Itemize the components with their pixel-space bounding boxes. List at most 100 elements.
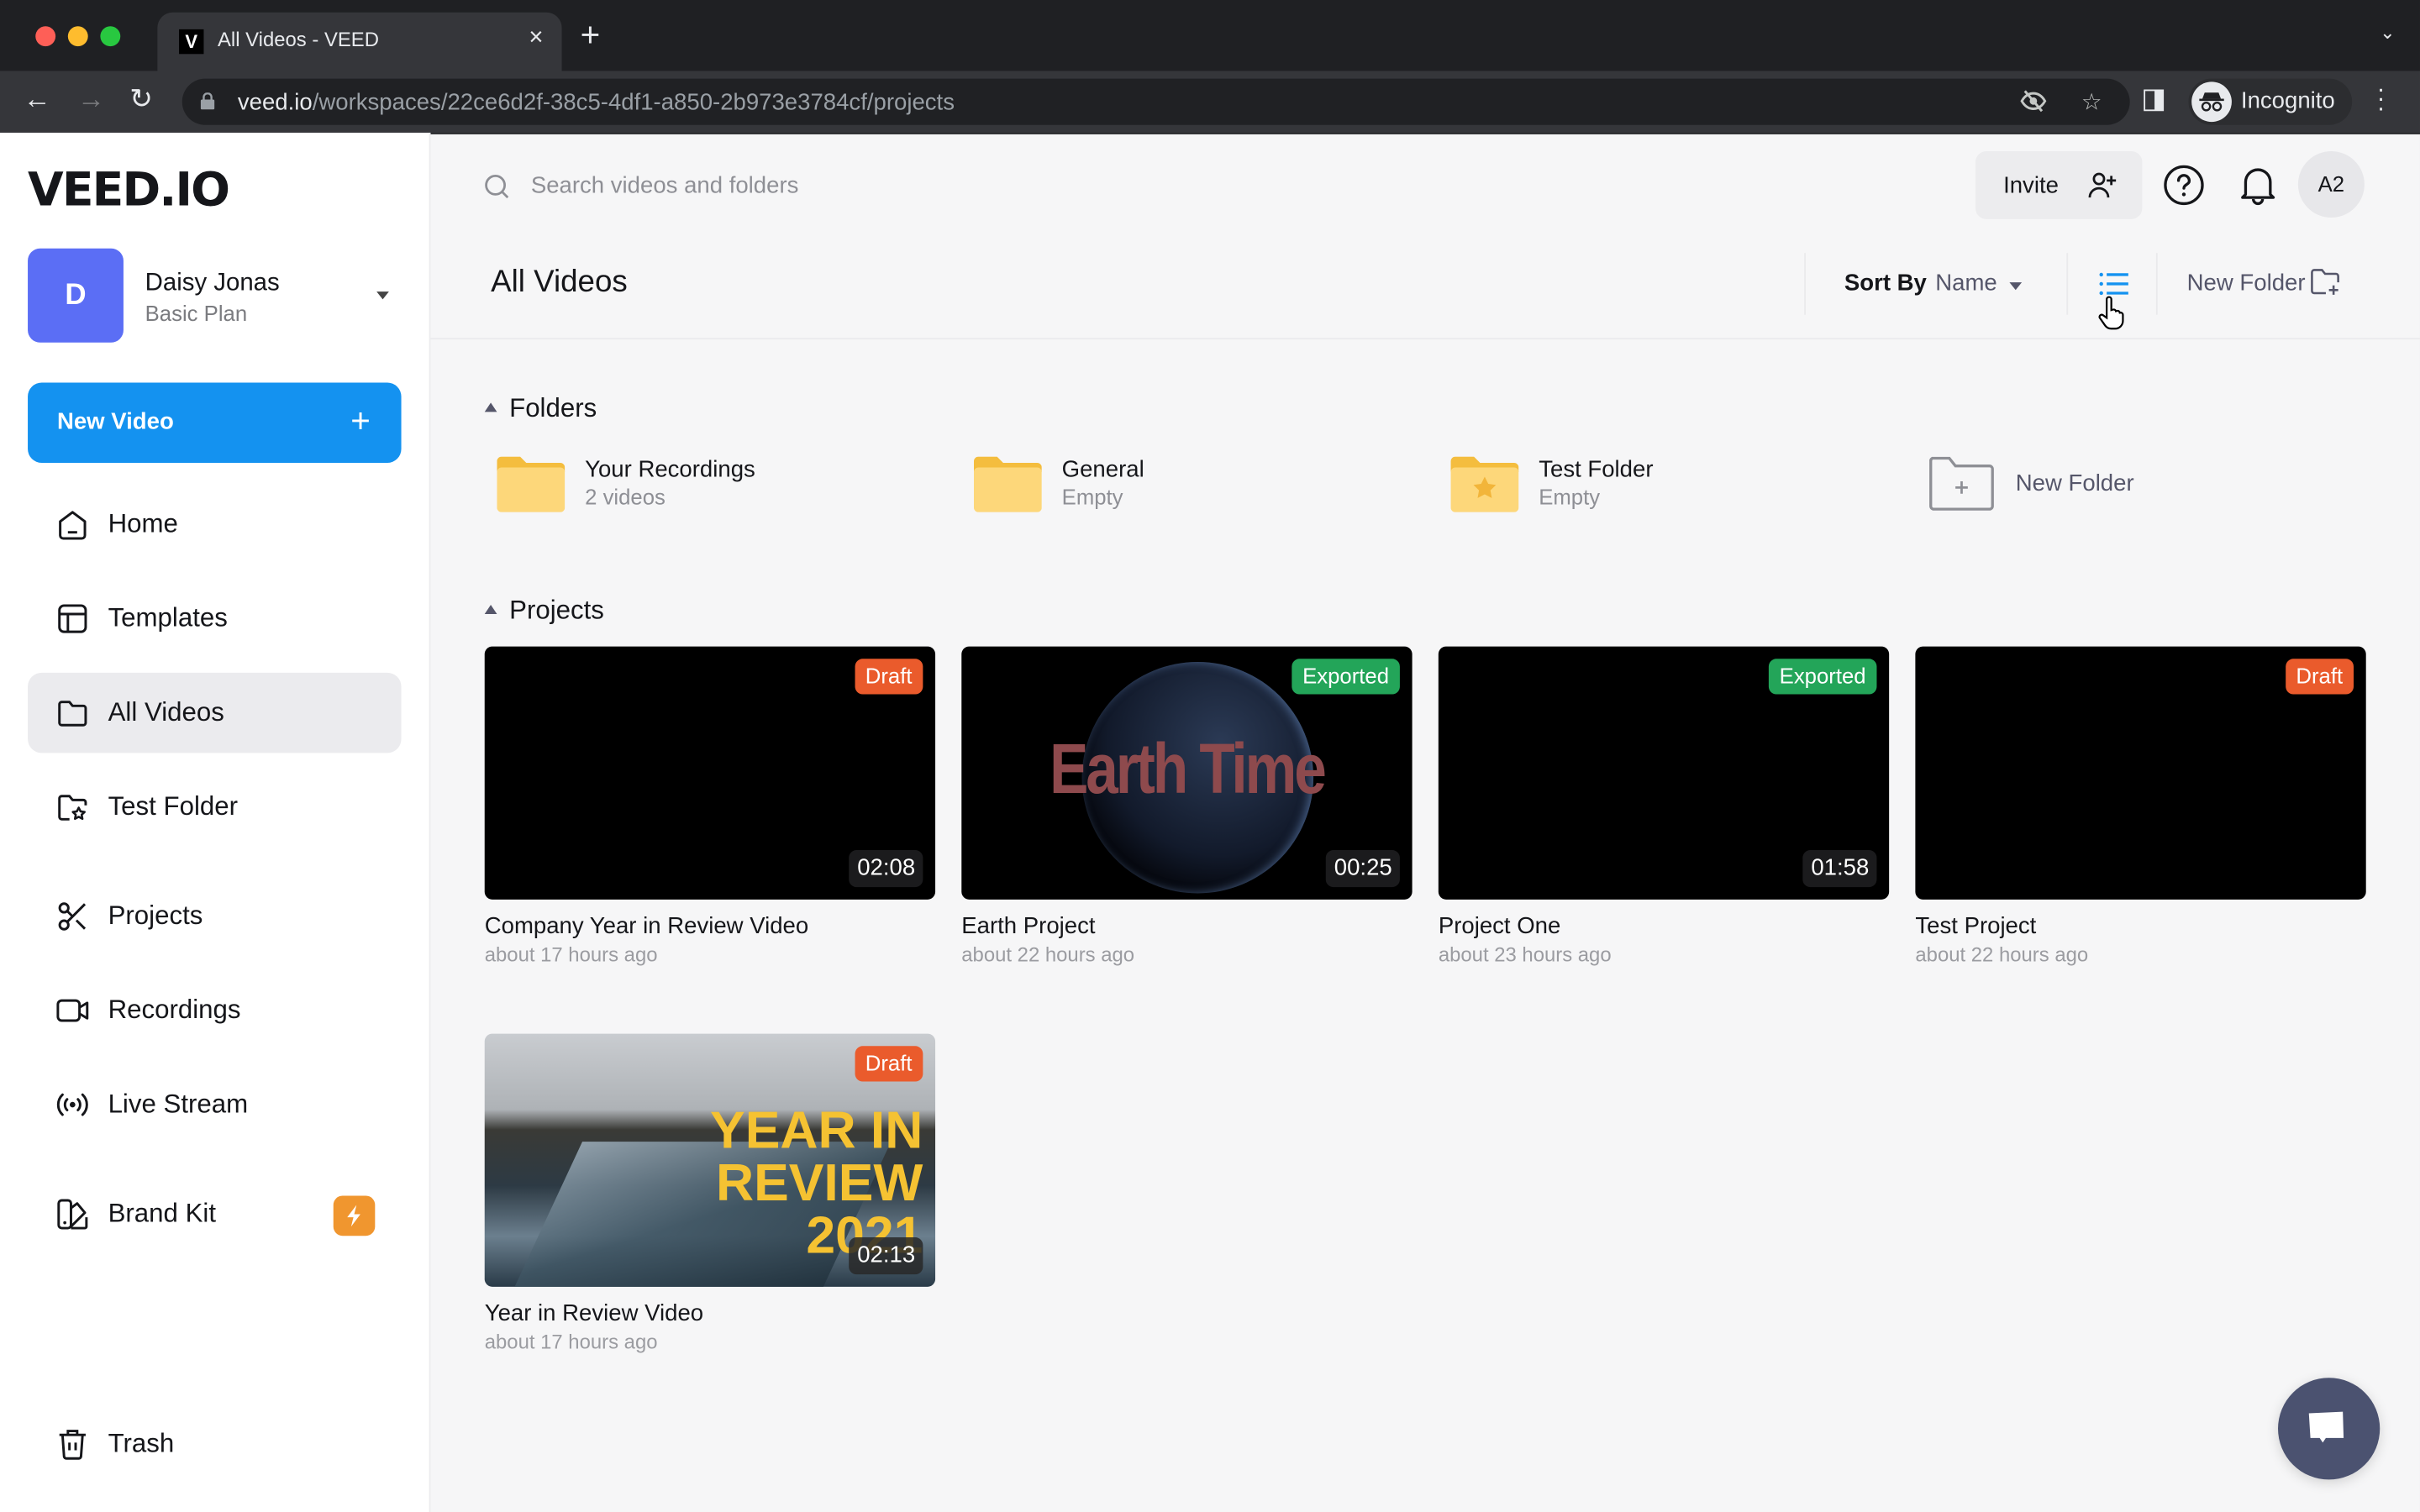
sidebar-item-trash[interactable]: Trash bbox=[28, 1404, 401, 1484]
new-folder-button[interactable]: New Folder bbox=[1915, 456, 2317, 518]
search-input[interactable]: Search videos and folders bbox=[483, 170, 1255, 203]
incognito-icon bbox=[2191, 81, 2232, 123]
sidebar-item-live-stream[interactable]: Live Stream bbox=[28, 1064, 401, 1145]
folder-icon bbox=[497, 456, 566, 512]
close-window-button[interactable] bbox=[35, 26, 56, 47]
duration-badge: 02:08 bbox=[850, 850, 923, 888]
folder-icon bbox=[973, 456, 1042, 512]
new-video-button[interactable]: New Video + bbox=[28, 382, 402, 464]
sidebar-item-label: Recordings bbox=[108, 995, 241, 1025]
project-thumbnail[interactable]: Draft bbox=[1915, 646, 2366, 900]
new-folder-label: New Folder bbox=[2015, 470, 2134, 497]
browser-window: V All Videos - VEED × + ⌄ ← → ↻ veed.io/… bbox=[0, 0, 2420, 1512]
sidebar-item-brand-kit[interactable]: Brand Kit bbox=[28, 1174, 401, 1255]
new-video-label: New Video bbox=[56, 408, 174, 435]
status-badge: Exported bbox=[1768, 659, 1877, 695]
lock-icon bbox=[200, 92, 215, 110]
project-thumbnail[interactable]: Exported 01:58 bbox=[1438, 646, 1890, 900]
sidebar-item-label: Projects bbox=[108, 900, 203, 931]
status-badge: Draft bbox=[2285, 659, 2354, 695]
folder-item[interactable]: Test Folder Empty bbox=[1439, 456, 1840, 518]
home-icon bbox=[59, 511, 87, 540]
projects-section-toggle[interactable]: Projects bbox=[484, 596, 604, 627]
divider bbox=[2155, 253, 2158, 315]
project-thumbnail[interactable]: Draft 02:08 bbox=[484, 646, 936, 900]
project-title: Company Year in Review Video bbox=[484, 913, 809, 940]
project-card[interactable]: Draft Test Project about 22 hours ago bbox=[1915, 646, 2366, 966]
folder-name: Your Recordings bbox=[585, 456, 755, 483]
list-view-icon[interactable] bbox=[2099, 271, 2130, 296]
incognito-profile-button[interactable]: Incognito bbox=[2188, 78, 2353, 125]
sidebar-item-templates[interactable]: Templates bbox=[28, 579, 401, 659]
page-title: All Videos bbox=[491, 265, 628, 300]
bookmark-star-icon[interactable]: ☆ bbox=[2081, 88, 2102, 116]
project-title: Project One bbox=[1438, 913, 1561, 940]
sidebar-item-recordings[interactable]: Recordings bbox=[28, 970, 401, 1051]
side-panel-icon[interactable] bbox=[2144, 89, 2165, 112]
browser-menu-icon[interactable]: · · · bbox=[2377, 78, 2386, 121]
folder-item[interactable]: General Empty bbox=[961, 456, 1363, 518]
sidebar-item-all-videos[interactable]: All Videos bbox=[28, 672, 402, 753]
account-switcher[interactable]: D Daisy Jonas Basic Plan bbox=[28, 248, 401, 344]
chevron-down-icon bbox=[2009, 282, 2023, 291]
folder-name: Test Folder bbox=[1539, 456, 1654, 483]
eye-off-icon[interactable] bbox=[2020, 88, 2047, 121]
sidebar-item-test-folder[interactable]: Test Folder bbox=[28, 767, 401, 848]
sidebar-item-label: All Videos bbox=[108, 697, 224, 727]
maximize-window-button[interactable] bbox=[100, 26, 121, 47]
address-toolbar: ← → ↻ veed.io/workspaces/22ce6d2f-38c5-4… bbox=[0, 71, 2420, 134]
new-folder-label: New Folder bbox=[2186, 270, 2306, 297]
sidebar-item-projects[interactable]: Projects bbox=[28, 876, 401, 957]
project-card[interactable]: Earth Time Exported 00:25 Earth Project … bbox=[961, 646, 1413, 966]
folder-plus-icon bbox=[2311, 269, 2339, 295]
project-thumbnail[interactable]: Earth Time Exported 00:25 bbox=[961, 646, 1413, 900]
forward-icon[interactable]: → bbox=[77, 83, 105, 116]
project-card[interactable]: Draft 02:08 Company Year in Review Video… bbox=[484, 646, 936, 966]
invite-label: Invite bbox=[2003, 172, 2059, 199]
divider bbox=[1804, 253, 1806, 315]
duration-badge: 01:58 bbox=[1803, 850, 1877, 888]
duration-badge: 02:13 bbox=[850, 1237, 923, 1275]
veed-logo[interactable]: VEED.IO bbox=[28, 164, 230, 218]
hand-cursor-icon bbox=[2098, 296, 2124, 330]
trash-icon bbox=[59, 1430, 86, 1460]
sidebar-item-home[interactable]: Home bbox=[28, 485, 401, 565]
minimize-window-button[interactable] bbox=[67, 26, 88, 47]
invite-button[interactable]: Invite bbox=[1975, 150, 2143, 219]
sidebar-item-label: Brand Kit bbox=[108, 1199, 217, 1229]
sort-by-label: Sort By bbox=[1844, 270, 1927, 297]
plus-icon: + bbox=[350, 401, 371, 440]
divider bbox=[430, 338, 2420, 340]
browser-tab[interactable]: V All Videos - VEED × bbox=[157, 12, 562, 71]
folder-item[interactable]: Your Recordings 2 videos bbox=[485, 456, 886, 518]
add-user-icon bbox=[2088, 172, 2117, 198]
folder-name: General bbox=[1061, 456, 1144, 483]
tab-title: All Videos - VEED bbox=[217, 28, 379, 51]
project-card[interactable]: Exported 01:58 Project One about 23 hour… bbox=[1438, 646, 1890, 966]
close-tab-icon[interactable]: × bbox=[529, 24, 543, 52]
project-thumbnail[interactable]: YEAR IN REVIEW 2021 Draft 02:13 bbox=[484, 1033, 936, 1287]
folder-count: 2 videos bbox=[585, 484, 666, 510]
video-camera-icon bbox=[56, 999, 89, 1022]
tab-search-icon[interactable]: ⌄ bbox=[2380, 22, 2395, 44]
broadcast-icon bbox=[56, 1093, 88, 1116]
chat-support-button[interactable] bbox=[2278, 1378, 2381, 1480]
thumbnail-title-text: Earth Time bbox=[1050, 727, 1327, 809]
new-tab-button[interactable]: + bbox=[581, 18, 601, 52]
brand-kit-icon bbox=[57, 1199, 88, 1230]
sidebar-item-label: Live Stream bbox=[108, 1089, 249, 1119]
veed-favicon-icon: V bbox=[179, 29, 204, 55]
url-text: veed.io/workspaces/22ce6d2f-38c5-4df1-a8… bbox=[237, 89, 955, 116]
reload-icon[interactable]: ↻ bbox=[129, 83, 153, 116]
status-badge: Draft bbox=[854, 1046, 923, 1082]
back-icon[interactable]: ← bbox=[24, 83, 51, 116]
folders-section-toggle[interactable]: Folders bbox=[484, 393, 597, 424]
help-icon[interactable] bbox=[2162, 164, 2205, 207]
account-name: Daisy Jonas bbox=[145, 270, 280, 297]
url-bar[interactable]: veed.io/workspaces/22ce6d2f-38c5-4df1-a8… bbox=[182, 78, 2130, 125]
folders-heading: Folders bbox=[509, 393, 597, 423]
user-avatar[interactable]: A2 bbox=[2297, 150, 2365, 218]
bell-icon[interactable] bbox=[2236, 164, 2279, 207]
sort-dropdown[interactable]: Name bbox=[1935, 270, 1996, 296]
project-card[interactable]: YEAR IN REVIEW 2021 Draft 02:13 Year in … bbox=[484, 1033, 936, 1353]
